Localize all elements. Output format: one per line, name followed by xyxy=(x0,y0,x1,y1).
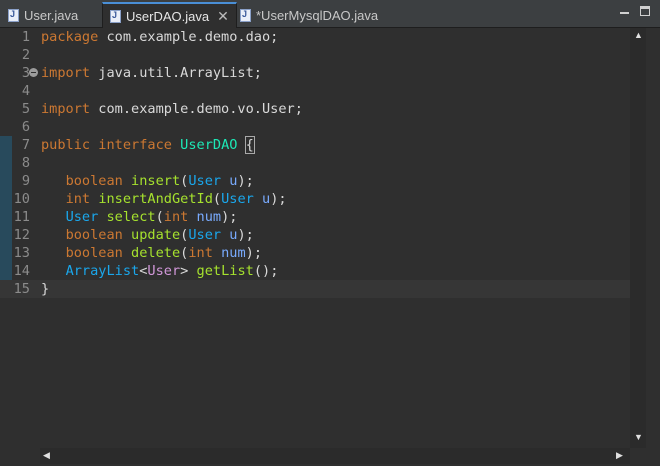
line-number: 5 xyxy=(21,101,30,117)
scroll-right-icon[interactable]: ▶ xyxy=(616,450,623,461)
keyword: interface xyxy=(98,137,172,153)
fold-collapse-icon[interactable] xyxy=(29,68,38,77)
return-type: User xyxy=(65,209,99,225)
java-file-icon xyxy=(110,9,121,23)
line-number: 1 xyxy=(21,29,30,45)
package-name: com.example.demo.dao; xyxy=(98,29,279,45)
import-path: java.util.ArrayList; xyxy=(90,65,262,81)
line-number: 13 xyxy=(13,245,30,261)
code-line: 9 boolean insert(User u); xyxy=(0,172,630,190)
tab-label: *UserMysqlDAO.java xyxy=(256,7,379,23)
code-editor[interactable]: 1 package com.example.demo.dao; 2 3 import… xyxy=(0,28,646,448)
java-file-icon xyxy=(8,8,19,22)
close-icon[interactable]: ✕ xyxy=(217,9,229,23)
line-number: 12 xyxy=(13,227,30,243)
code-line: 8 xyxy=(0,154,630,172)
tab-label: User.java xyxy=(24,7,79,23)
method-name: delete xyxy=(131,245,181,261)
param-type: int xyxy=(188,245,213,261)
scroll-down-icon[interactable]: ▼ xyxy=(634,432,643,442)
line-number: 4 xyxy=(21,83,30,99)
vertical-scrollbar[interactable]: ▲ ▼ xyxy=(630,28,646,448)
code-line: 10 int insertAndGetId(User u); xyxy=(0,190,630,208)
line-number: 6 xyxy=(21,119,30,135)
keyword: import xyxy=(41,101,91,117)
code-line: 14 ArrayList<User> getList(); xyxy=(0,262,630,280)
keyword: package xyxy=(41,29,99,45)
param-name: u xyxy=(262,191,271,207)
java-file-icon xyxy=(240,8,251,22)
line-number: 10 xyxy=(13,191,30,207)
param-name: num xyxy=(196,209,222,225)
line-number: 14 xyxy=(13,263,30,279)
tab-user-java[interactable]: User.java xyxy=(8,2,78,28)
line-number: 11 xyxy=(13,209,30,225)
generic-type: User xyxy=(147,263,181,279)
window-controls xyxy=(620,6,650,16)
code-line: 4 xyxy=(0,82,630,100)
line-number: 2 xyxy=(21,47,30,63)
scroll-left-icon[interactable]: ◀ xyxy=(43,450,50,461)
interface-name: UserDAO xyxy=(180,137,238,153)
scrollbar-corner xyxy=(630,448,646,464)
method-name: getList xyxy=(196,263,254,279)
code-line: 11 User select(int num); xyxy=(0,208,630,226)
method-name: insertAndGetId xyxy=(98,191,213,207)
code-area[interactable]: 1 package com.example.demo.dao; 2 3 import… xyxy=(0,28,630,298)
code-line: 13 boolean delete(int num); xyxy=(0,244,630,262)
code-line: 7 public interface UserDAO { xyxy=(0,136,630,154)
code-line-current: 15} xyxy=(0,280,630,298)
method-name: update xyxy=(131,227,181,243)
method-name: insert xyxy=(131,173,181,189)
line-number: 9 xyxy=(21,173,30,189)
keyword: public xyxy=(41,137,91,153)
editor-tab-bar: User.java UserDAO.java ✕ *UserMysqlDAO.j… xyxy=(0,0,660,28)
param-name: num xyxy=(221,245,246,261)
return-type: int xyxy=(65,191,91,207)
scroll-up-icon[interactable]: ▲ xyxy=(634,30,643,40)
code-line: 5 import com.example.demo.vo.User; xyxy=(0,100,630,118)
code-line: 2 xyxy=(0,46,630,64)
code-line: 3 import java.util.ArrayList; xyxy=(0,64,630,82)
line-number: 8 xyxy=(21,155,30,171)
param-type: User xyxy=(221,191,254,207)
tab-userdao-java[interactable]: UserDAO.java ✕ xyxy=(102,2,237,28)
return-type: boolean xyxy=(65,227,123,243)
line-number: 15 xyxy=(13,281,30,297)
minimize-icon[interactable] xyxy=(620,6,630,16)
return-type: boolean xyxy=(65,245,123,261)
param-type: int xyxy=(163,209,189,225)
code-line: 1 package com.example.demo.dao; xyxy=(0,28,630,46)
param-type: User xyxy=(188,227,222,243)
code-line: 12 boolean update(User u); xyxy=(0,226,630,244)
tab-label: UserDAO.java xyxy=(126,8,210,24)
tab-usermysqldao-java[interactable]: *UserMysqlDAO.java xyxy=(240,2,378,28)
horizontal-scrollbar[interactable]: ◀ ▶ xyxy=(40,448,630,464)
maximize-icon[interactable] xyxy=(640,6,650,16)
code-line: 6 xyxy=(0,118,630,136)
return-type: ArrayList xyxy=(65,263,140,279)
return-type: boolean xyxy=(65,173,123,189)
method-name: select xyxy=(106,209,156,225)
matching-brace: { xyxy=(244,136,255,154)
keyword: import xyxy=(41,65,91,81)
line-number: 7 xyxy=(21,137,30,153)
closing-brace: } xyxy=(41,281,50,297)
param-type: User xyxy=(188,173,222,189)
import-path: com.example.demo.vo.User; xyxy=(90,101,303,117)
